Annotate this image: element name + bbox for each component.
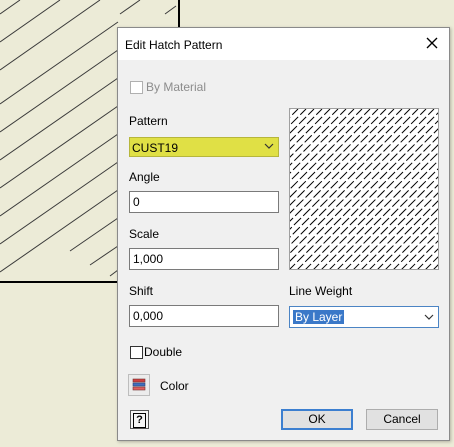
dialog-titlebar: Edit Hatch Pattern [118, 28, 449, 60]
hatch-line [290, 109, 427, 246]
hatch-line [417, 248, 438, 269]
cancel-button[interactable]: Cancel [366, 409, 438, 430]
scale-label: Scale [129, 227, 160, 241]
angle-input[interactable]: 0 [129, 191, 279, 213]
by-material-label: By Material [146, 80, 207, 94]
pattern-label: Pattern [129, 114, 168, 128]
hatch-line [393, 224, 438, 269]
hatch-line [361, 192, 438, 269]
pattern-select[interactable]: CUST19 [129, 137, 279, 157]
hatch-line [313, 144, 438, 269]
hatch-line [321, 152, 438, 269]
chevron-down-icon [264, 143, 274, 149]
scale-input[interactable]: 1,000 [129, 248, 279, 270]
edit-hatch-dialog: Edit Hatch Pattern By Material Pattern C… [117, 27, 450, 441]
hatch-line [290, 109, 411, 230]
chevron-down-icon [424, 314, 434, 320]
shift-input[interactable]: 0,000 [129, 305, 279, 327]
shift-label: Shift [129, 284, 154, 298]
by-material-checkbox[interactable] [130, 81, 143, 94]
line-weight-value: By Layer [293, 310, 345, 324]
color-button[interactable] [128, 374, 150, 396]
hatch-line [290, 109, 315, 134]
hatch-line [290, 109, 379, 198]
help-button[interactable]: ? [130, 410, 149, 429]
hatch-line [369, 200, 438, 269]
hatch-line [290, 109, 331, 150]
pattern-preview [289, 108, 439, 270]
ok-button[interactable]: OK [281, 409, 353, 430]
color-label: Color [160, 379, 189, 393]
double-checkbox[interactable] [130, 346, 143, 359]
hatch-line [290, 109, 363, 182]
hatch-line [385, 216, 438, 269]
dialog-title: Edit Hatch Pattern [125, 38, 223, 52]
hatch-line [305, 136, 438, 269]
help-icon: ? [133, 413, 146, 428]
line-weight-select[interactable]: By Layer [289, 306, 439, 328]
close-icon[interactable] [423, 34, 441, 52]
double-label: Double [144, 345, 183, 359]
line-weight-label: Line Weight [289, 284, 353, 298]
angle-label: Angle [129, 170, 160, 184]
hatch-line [337, 168, 438, 269]
color-layers-icon [132, 378, 146, 391]
pattern-value: CUST19 [132, 141, 179, 155]
